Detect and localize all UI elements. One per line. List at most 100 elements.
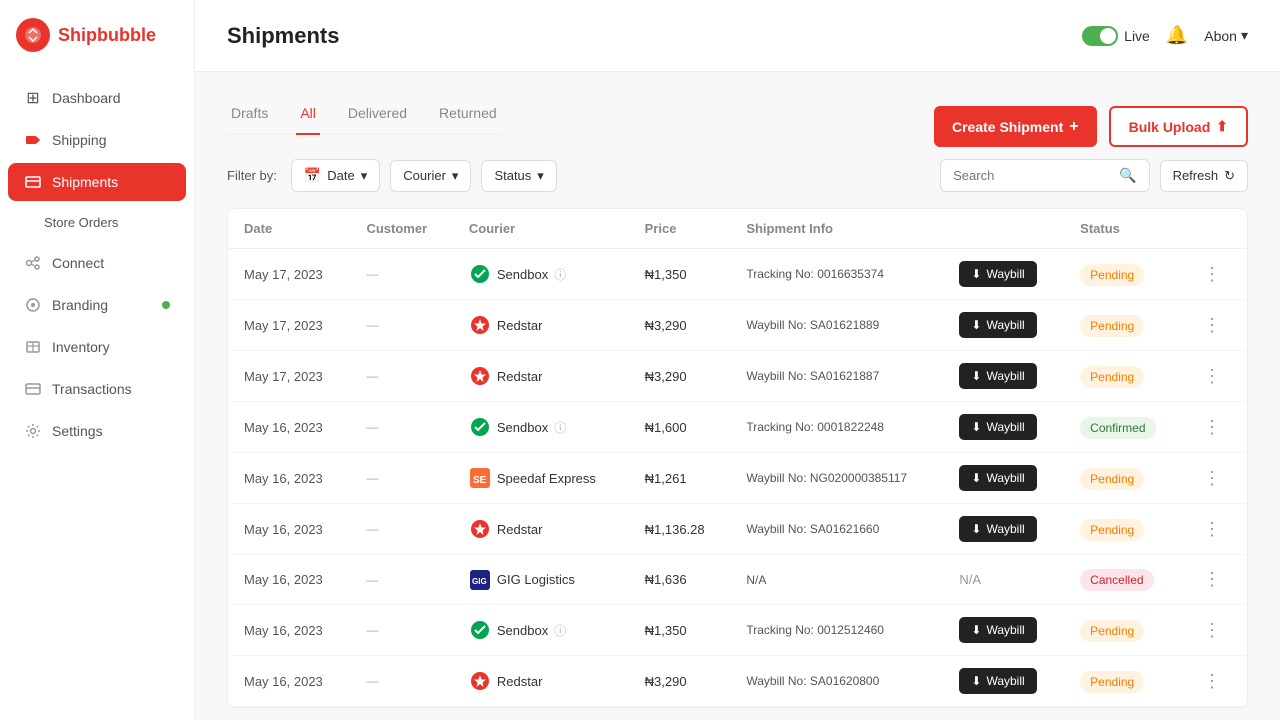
tab-all[interactable]: All [296, 97, 320, 135]
cell-customer: — [350, 402, 452, 453]
sidebar-item-label: Connect [52, 255, 104, 271]
cell-more: ⋮ [1183, 249, 1247, 300]
waybill-button[interactable]: ⬇ Waybill [959, 465, 1036, 491]
sidebar-nav: ⊞ Dashboard Shipping Shipments Store O [0, 70, 194, 459]
cell-price: ₦3,290 [629, 300, 731, 351]
courier-logo-icon: SE [469, 467, 491, 489]
more-options-button[interactable]: ⋮ [1199, 466, 1225, 491]
main-content: Shipments Live 🔔 Abon ▾ Drafts All Deliv… [195, 0, 1280, 720]
courier-filter-label: Courier [403, 168, 446, 183]
cell-courier: Redstar [453, 656, 629, 707]
cell-price: ₦1,636 [629, 555, 731, 605]
cell-shipment-info: N/A [730, 555, 943, 605]
waybill-button[interactable]: ⬇ Waybill [959, 363, 1036, 389]
filters-row: Filter by: 📅 Date ▾ Courier ▾ Status ▾ 🔍… [227, 159, 1248, 192]
plus-icon: + [1069, 118, 1078, 136]
courier-name: Sendbox [497, 420, 548, 435]
cell-price: ₦1,350 [629, 605, 731, 656]
sidebar-item-transactions[interactable]: Transactions [8, 370, 186, 408]
waybill-button[interactable]: ⬇ Waybill [959, 261, 1036, 287]
cell-price: ₦1,350 [629, 249, 731, 300]
more-options-button[interactable]: ⋮ [1199, 262, 1225, 287]
waybill-button[interactable]: ⬇ Waybill [959, 617, 1036, 643]
cell-status: Pending [1064, 504, 1183, 555]
more-options-button[interactable]: ⋮ [1199, 415, 1225, 440]
cell-customer: — [350, 555, 452, 605]
sidebar-item-connect[interactable]: Connect [8, 244, 186, 282]
courier-name: Redstar [497, 318, 543, 333]
sidebar-item-shipping[interactable]: Shipping [8, 121, 186, 159]
logo: Shipbubble [0, 0, 194, 70]
waybill-button[interactable]: ⬇ Waybill [959, 414, 1036, 440]
cell-shipment-info: Waybill No: SA01621889 [730, 300, 943, 351]
refresh-icon: ↻ [1224, 168, 1235, 184]
sidebar-item-store-orders[interactable]: Store Orders [8, 205, 186, 240]
col-date: Date [228, 209, 350, 249]
live-toggle[interactable] [1082, 26, 1118, 46]
bulk-upload-button[interactable]: Bulk Upload ⬆ [1109, 106, 1248, 147]
sidebar-item-label: Transactions [52, 381, 132, 397]
date-filter-label: Date [327, 168, 354, 183]
more-options-button[interactable]: ⋮ [1199, 669, 1225, 694]
status-badge: Pending [1080, 366, 1144, 388]
cell-waybill-action: ⬇ Waybill [943, 351, 1064, 402]
chevron-down-icon: ▾ [361, 168, 368, 184]
courier-logo-icon [469, 314, 491, 336]
table-row: May 17, 2023 — Redstar ₦3,290 Waybill No… [228, 300, 1247, 351]
more-options-button[interactable]: ⋮ [1199, 517, 1225, 542]
sidebar-item-shipments[interactable]: Shipments [8, 163, 186, 201]
tab-drafts[interactable]: Drafts [227, 97, 272, 135]
cell-waybill-action: ⬇ Waybill [943, 453, 1064, 504]
more-options-button[interactable]: ⋮ [1199, 313, 1225, 338]
more-options-button[interactable]: ⋮ [1199, 567, 1225, 592]
more-options-button[interactable]: ⋮ [1199, 618, 1225, 643]
status-filter-button[interactable]: Status ▾ [481, 160, 556, 192]
date-filter-button[interactable]: 📅 Date ▾ [291, 159, 380, 192]
table-row: May 16, 2023 — Redstar ₦3,290 Waybill No… [228, 656, 1247, 707]
sidebar-item-branding[interactable]: Branding [8, 286, 186, 324]
waybill-button[interactable]: ⬇ Waybill [959, 668, 1036, 694]
search-input[interactable] [953, 168, 1113, 183]
table-row: May 17, 2023 — Redstar ₦3,290 Waybill No… [228, 351, 1247, 402]
tab-delivered[interactable]: Delivered [344, 97, 411, 135]
cell-shipment-info: Waybill No: NG020000385117 [730, 453, 943, 504]
create-shipment-button[interactable]: Create Shipment + [934, 106, 1097, 147]
cell-courier: Redstar [453, 300, 629, 351]
svg-text:SE: SE [473, 475, 487, 486]
courier-name: Sendbox [497, 623, 548, 638]
download-icon: ⬇ [971, 369, 981, 383]
tab-bar: Drafts All Delivered Returned [227, 96, 501, 135]
waybill-button[interactable]: ⬇ Waybill [959, 516, 1036, 542]
user-menu[interactable]: Abon ▾ [1204, 27, 1248, 44]
sidebar-item-settings[interactable]: Settings [8, 412, 186, 450]
calendar-icon: 📅 [304, 167, 321, 184]
info-icon: ⓘ [554, 419, 566, 436]
waybill-button[interactable]: ⬇ Waybill [959, 312, 1036, 338]
sidebar-item-label: Shipping [52, 132, 107, 148]
header-right: Live 🔔 Abon ▾ [1082, 25, 1248, 46]
cell-status: Pending [1064, 300, 1183, 351]
filter-by-label: Filter by: [227, 168, 277, 183]
settings-icon [24, 422, 42, 440]
cell-date: May 16, 2023 [228, 453, 350, 504]
live-label: Live [1124, 28, 1150, 44]
courier-filter-button[interactable]: Courier ▾ [390, 160, 471, 192]
more-options-button[interactable]: ⋮ [1199, 364, 1225, 389]
sidebar: Shipbubble ⊞ Dashboard Shipping [0, 0, 195, 720]
sidebar-item-inventory[interactable]: Inventory [8, 328, 186, 366]
download-icon: ⬇ [971, 623, 981, 637]
download-icon: ⬇ [971, 674, 981, 688]
sidebar-item-label: Inventory [52, 339, 110, 355]
refresh-button[interactable]: Refresh ↻ [1160, 160, 1248, 192]
cell-more: ⋮ [1183, 453, 1247, 504]
sidebar-item-dashboard[interactable]: ⊞ Dashboard [8, 79, 186, 117]
notification-bell-icon[interactable]: 🔔 [1166, 25, 1188, 46]
cell-waybill-action: N/A [943, 555, 1064, 605]
cell-courier: Redstar [453, 504, 629, 555]
cell-price: ₦1,600 [629, 402, 731, 453]
tab-returned[interactable]: Returned [435, 97, 501, 135]
cell-customer: — [350, 351, 452, 402]
cell-more: ⋮ [1183, 504, 1247, 555]
cell-shipment-info: Tracking No: 0001822248 [730, 402, 943, 453]
table-row: May 17, 2023 — Sendbox ⓘ ₦1,350 Tracking… [228, 249, 1247, 300]
